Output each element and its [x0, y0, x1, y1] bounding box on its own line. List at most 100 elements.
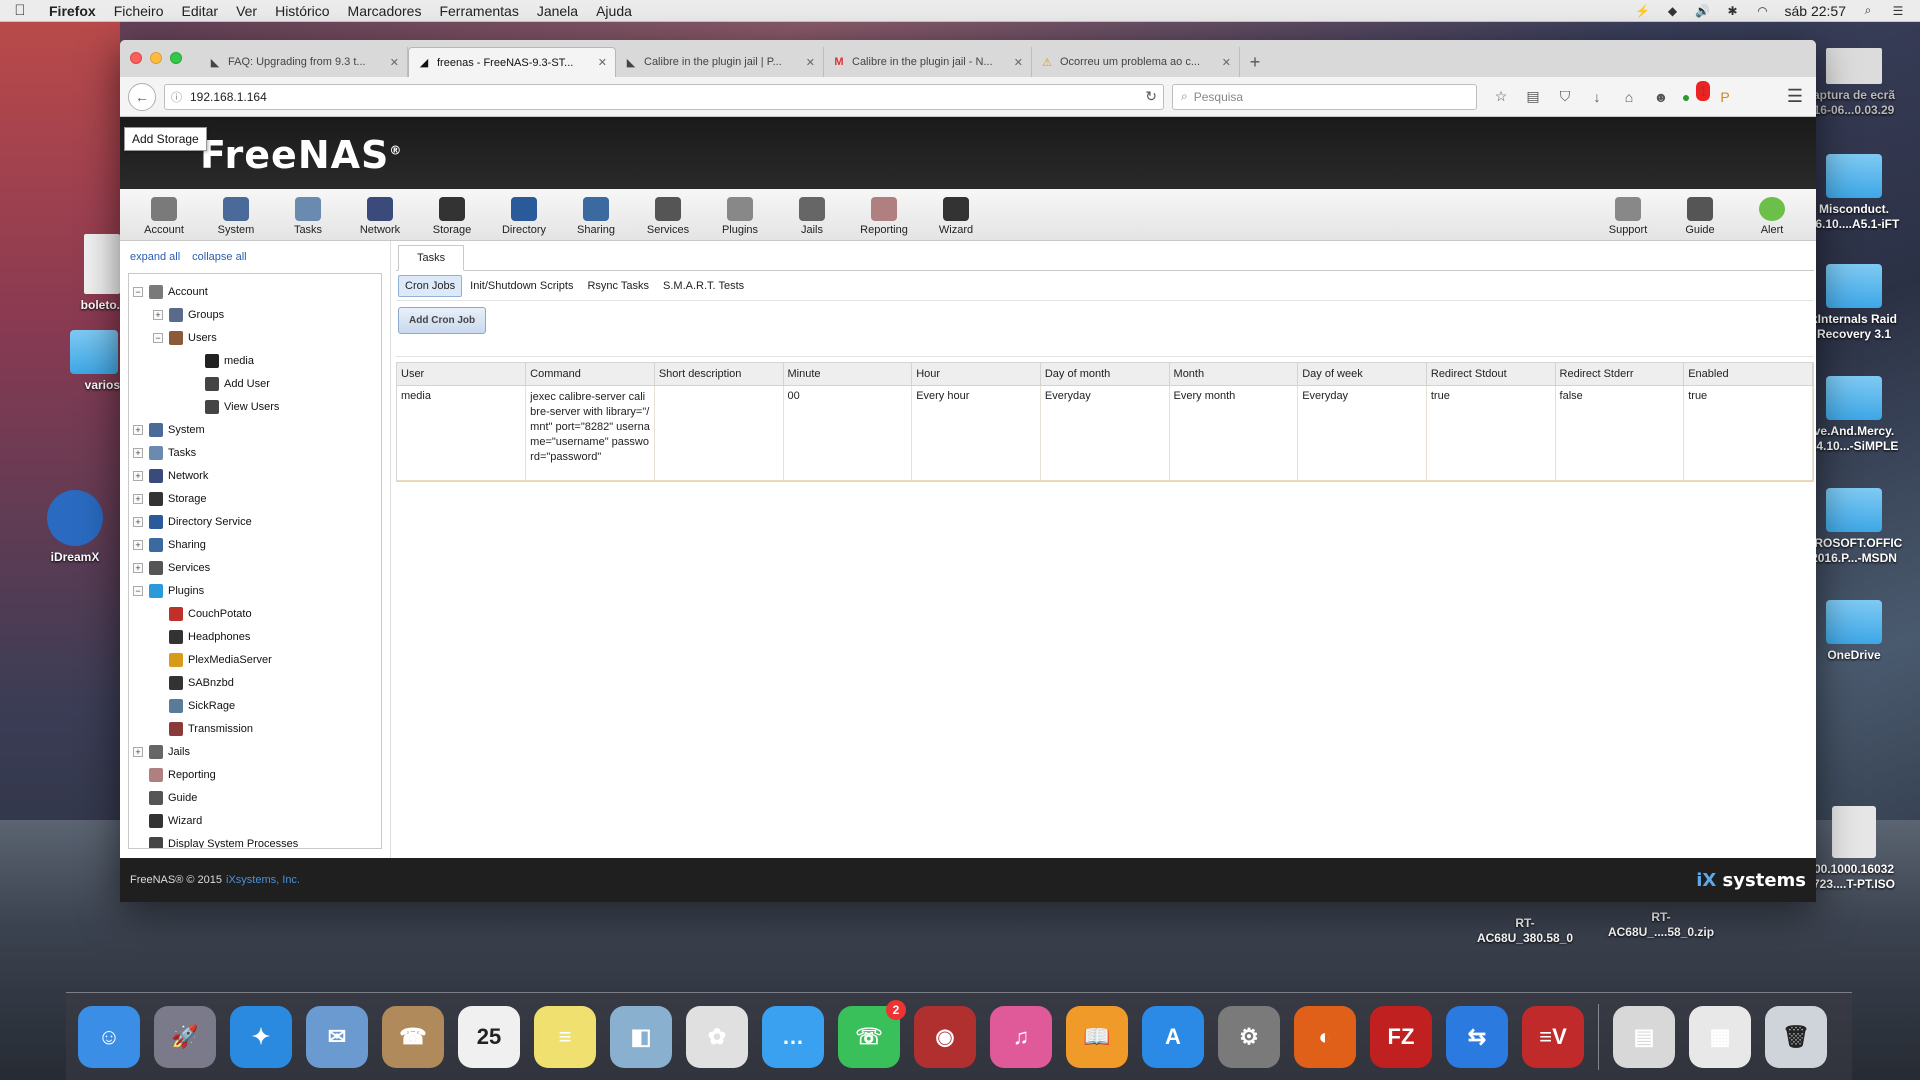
expand-icon[interactable]: +: [153, 309, 163, 320]
menu-editar[interactable]: Editar: [172, 3, 227, 19]
status-app-icon[interactable]: ⚡: [1635, 4, 1651, 18]
toolbar-services-button[interactable]: Services: [632, 197, 704, 236]
url-bar[interactable]: ⓘ 192.168.1.164 ↻: [164, 83, 1164, 110]
expand-icon[interactable]: +: [133, 447, 143, 458]
tree-item-system[interactable]: + System: [133, 418, 377, 441]
tree-item-groups[interactable]: + Groups: [133, 303, 377, 326]
toolbar-directory-button[interactable]: Directory: [488, 197, 560, 236]
url-text[interactable]: 192.168.1.164: [190, 90, 1137, 104]
tree-item-sabnzbd[interactable]: SABnzbd: [133, 671, 377, 694]
tree-item-jails[interactable]: + Jails: [133, 740, 377, 763]
dock-notes-icon[interactable]: ≡: [534, 1005, 596, 1068]
expand-icon[interactable]: +: [133, 516, 143, 527]
dock-filezilla-icon[interactable]: FZ: [1370, 1005, 1432, 1068]
collapse-icon[interactable]: −: [153, 332, 163, 343]
column-header[interactable]: Short description: [654, 363, 784, 386]
desktop-icon-idreamx[interactable]: iDreamX: [30, 490, 120, 565]
dock-ibooks-icon[interactable]: 📖: [1066, 1005, 1128, 1068]
toolbar-network-button[interactable]: Network: [344, 197, 416, 236]
tree-item-network[interactable]: + Network: [133, 464, 377, 487]
toolbar-storage-button[interactable]: Storage: [416, 197, 488, 236]
table-row[interactable]: media jexec calibre-server calibre-server…: [397, 385, 1813, 481]
subtab-rsync[interactable]: Rsync Tasks: [581, 276, 655, 296]
dock-downloads-stack-icon[interactable]: ▤: [1613, 1005, 1675, 1068]
dock-itunes-icon[interactable]: ♫: [990, 1005, 1052, 1068]
tree-item-sickrage[interactable]: SickRage: [133, 694, 377, 717]
collapse-all-link[interactable]: collapse all: [192, 251, 246, 263]
tree-item-plugins[interactable]: − Plugins: [133, 579, 377, 602]
volume-icon[interactable]: 🔊: [1695, 4, 1711, 18]
menu-ajuda[interactable]: Ajuda: [587, 3, 641, 19]
tree-item-display-system-processes[interactable]: Display System Processes: [133, 832, 377, 848]
close-tab-icon[interactable]: ✕: [598, 56, 607, 69]
browser-tab[interactable]: M Calibre in the plugin jail - N... ✕: [824, 47, 1032, 77]
dropbox-icon[interactable]: ◆: [1665, 4, 1681, 18]
pocket-icon[interactable]: ⛉: [1555, 87, 1575, 107]
dock-system-preferences-icon[interactable]: ⚙: [1218, 1005, 1280, 1068]
toolbar-alert-button[interactable]: Alert: [1736, 197, 1808, 236]
dock-mail-icon[interactable]: ✉: [306, 1005, 368, 1068]
tree-item-couchpotato[interactable]: CouchPotato: [133, 602, 377, 625]
close-tab-icon[interactable]: ✕: [390, 56, 399, 69]
expand-icon[interactable]: +: [133, 424, 143, 435]
close-tab-icon[interactable]: ✕: [1014, 56, 1023, 69]
browser-tab[interactable]: ◣ FAQ: Upgrading from 9.3 t... ✕: [200, 47, 408, 77]
hello-icon[interactable]: ☻: [1651, 87, 1671, 107]
dock-contacts-icon[interactable]: ☎: [382, 1005, 444, 1068]
search-input[interactable]: ⌕ Pesquisa: [1172, 83, 1477, 110]
freenas-logo[interactable]: FreeNAS®: [200, 133, 402, 177]
tree-item-sharing[interactable]: + Sharing: [133, 533, 377, 556]
tree-item-wizard[interactable]: Wizard: [133, 809, 377, 832]
tree-item-guide[interactable]: Guide: [133, 786, 377, 809]
toolbar-jails-button[interactable]: Jails: [776, 197, 848, 236]
pinterest-icon[interactable]: P: [1715, 87, 1735, 107]
subtab-cron-jobs[interactable]: Cron Jobs: [398, 274, 463, 297]
home-icon[interactable]: ⌂: [1619, 87, 1639, 107]
tree-item-reporting[interactable]: Reporting: [133, 763, 377, 786]
tree-item-services[interactable]: + Services: [133, 556, 377, 579]
tree-item-storage[interactable]: + Storage: [133, 487, 377, 510]
expand-icon[interactable]: +: [133, 562, 143, 573]
expand-icon[interactable]: +: [133, 539, 143, 550]
collapse-icon[interactable]: −: [133, 585, 143, 596]
dock-photo-booth-icon[interactable]: ◉: [914, 1005, 976, 1068]
bookmark-star-icon[interactable]: ☆: [1491, 87, 1511, 107]
dock-finder-icon[interactable]: ☺: [78, 1005, 140, 1068]
tree-item-view-users[interactable]: View Users: [133, 395, 377, 418]
tree-item-tasks[interactable]: + Tasks: [133, 441, 377, 464]
footer-ixsystems-link[interactable]: iXsystems, Inc.: [226, 874, 300, 886]
minimize-window-button[interactable]: [150, 52, 162, 64]
menu-app-name[interactable]: Firefox: [40, 3, 105, 19]
browser-tab-active[interactable]: ◢ freenas - FreeNAS-9.3-ST... ✕: [408, 47, 616, 77]
subtab-smart[interactable]: S.M.A.R.T. Tests: [657, 276, 750, 296]
tree-item-users[interactable]: − Users: [133, 326, 377, 349]
expand-icon[interactable]: +: [133, 470, 143, 481]
column-header[interactable]: Redirect Stderr: [1555, 363, 1685, 386]
tree-item-directory-service[interactable]: + Directory Service: [133, 510, 377, 533]
apple-menu-icon[interactable]: : [0, 2, 40, 19]
close-window-button[interactable]: [130, 52, 142, 64]
desktop-icon-varios[interactable]: varios: [50, 330, 120, 393]
wifi-icon[interactable]: ◠: [1755, 4, 1771, 18]
tree-item-headphones[interactable]: Headphones: [133, 625, 377, 648]
column-header[interactable]: Enabled: [1683, 363, 1813, 386]
column-header[interactable]: Minute: [783, 363, 913, 386]
dock-safari-icon[interactable]: ✦: [230, 1005, 292, 1068]
expand-all-link[interactable]: expand all: [130, 251, 180, 263]
dock-evernote-icon[interactable]: ≡V: [1522, 1005, 1584, 1068]
tree-item-transmission[interactable]: Transmission: [133, 717, 377, 740]
column-header[interactable]: Command: [525, 363, 655, 386]
add-cron-job-button[interactable]: Add Cron Job: [398, 307, 487, 334]
column-header[interactable]: User: [397, 363, 527, 386]
menu-clock[interactable]: sáb 22:57: [1785, 3, 1847, 19]
column-header[interactable]: Day of week: [1297, 363, 1427, 386]
reload-icon[interactable]: ↻: [1145, 88, 1157, 105]
desktop-icon-boleto[interactable]: boleto.: [40, 234, 120, 313]
toolbar-wizard-button[interactable]: Wizard: [920, 197, 992, 236]
hamburger-menu-icon[interactable]: ☰: [1782, 86, 1808, 107]
column-header[interactable]: Hour: [911, 363, 1041, 386]
toolbar-guide-button[interactable]: Guide: [1664, 197, 1736, 236]
toolbar-reporting-button[interactable]: Reporting: [848, 197, 920, 236]
toolbar-support-button[interactable]: Support: [1592, 197, 1664, 236]
dock-launchpad-icon[interactable]: 🚀: [154, 1005, 216, 1068]
